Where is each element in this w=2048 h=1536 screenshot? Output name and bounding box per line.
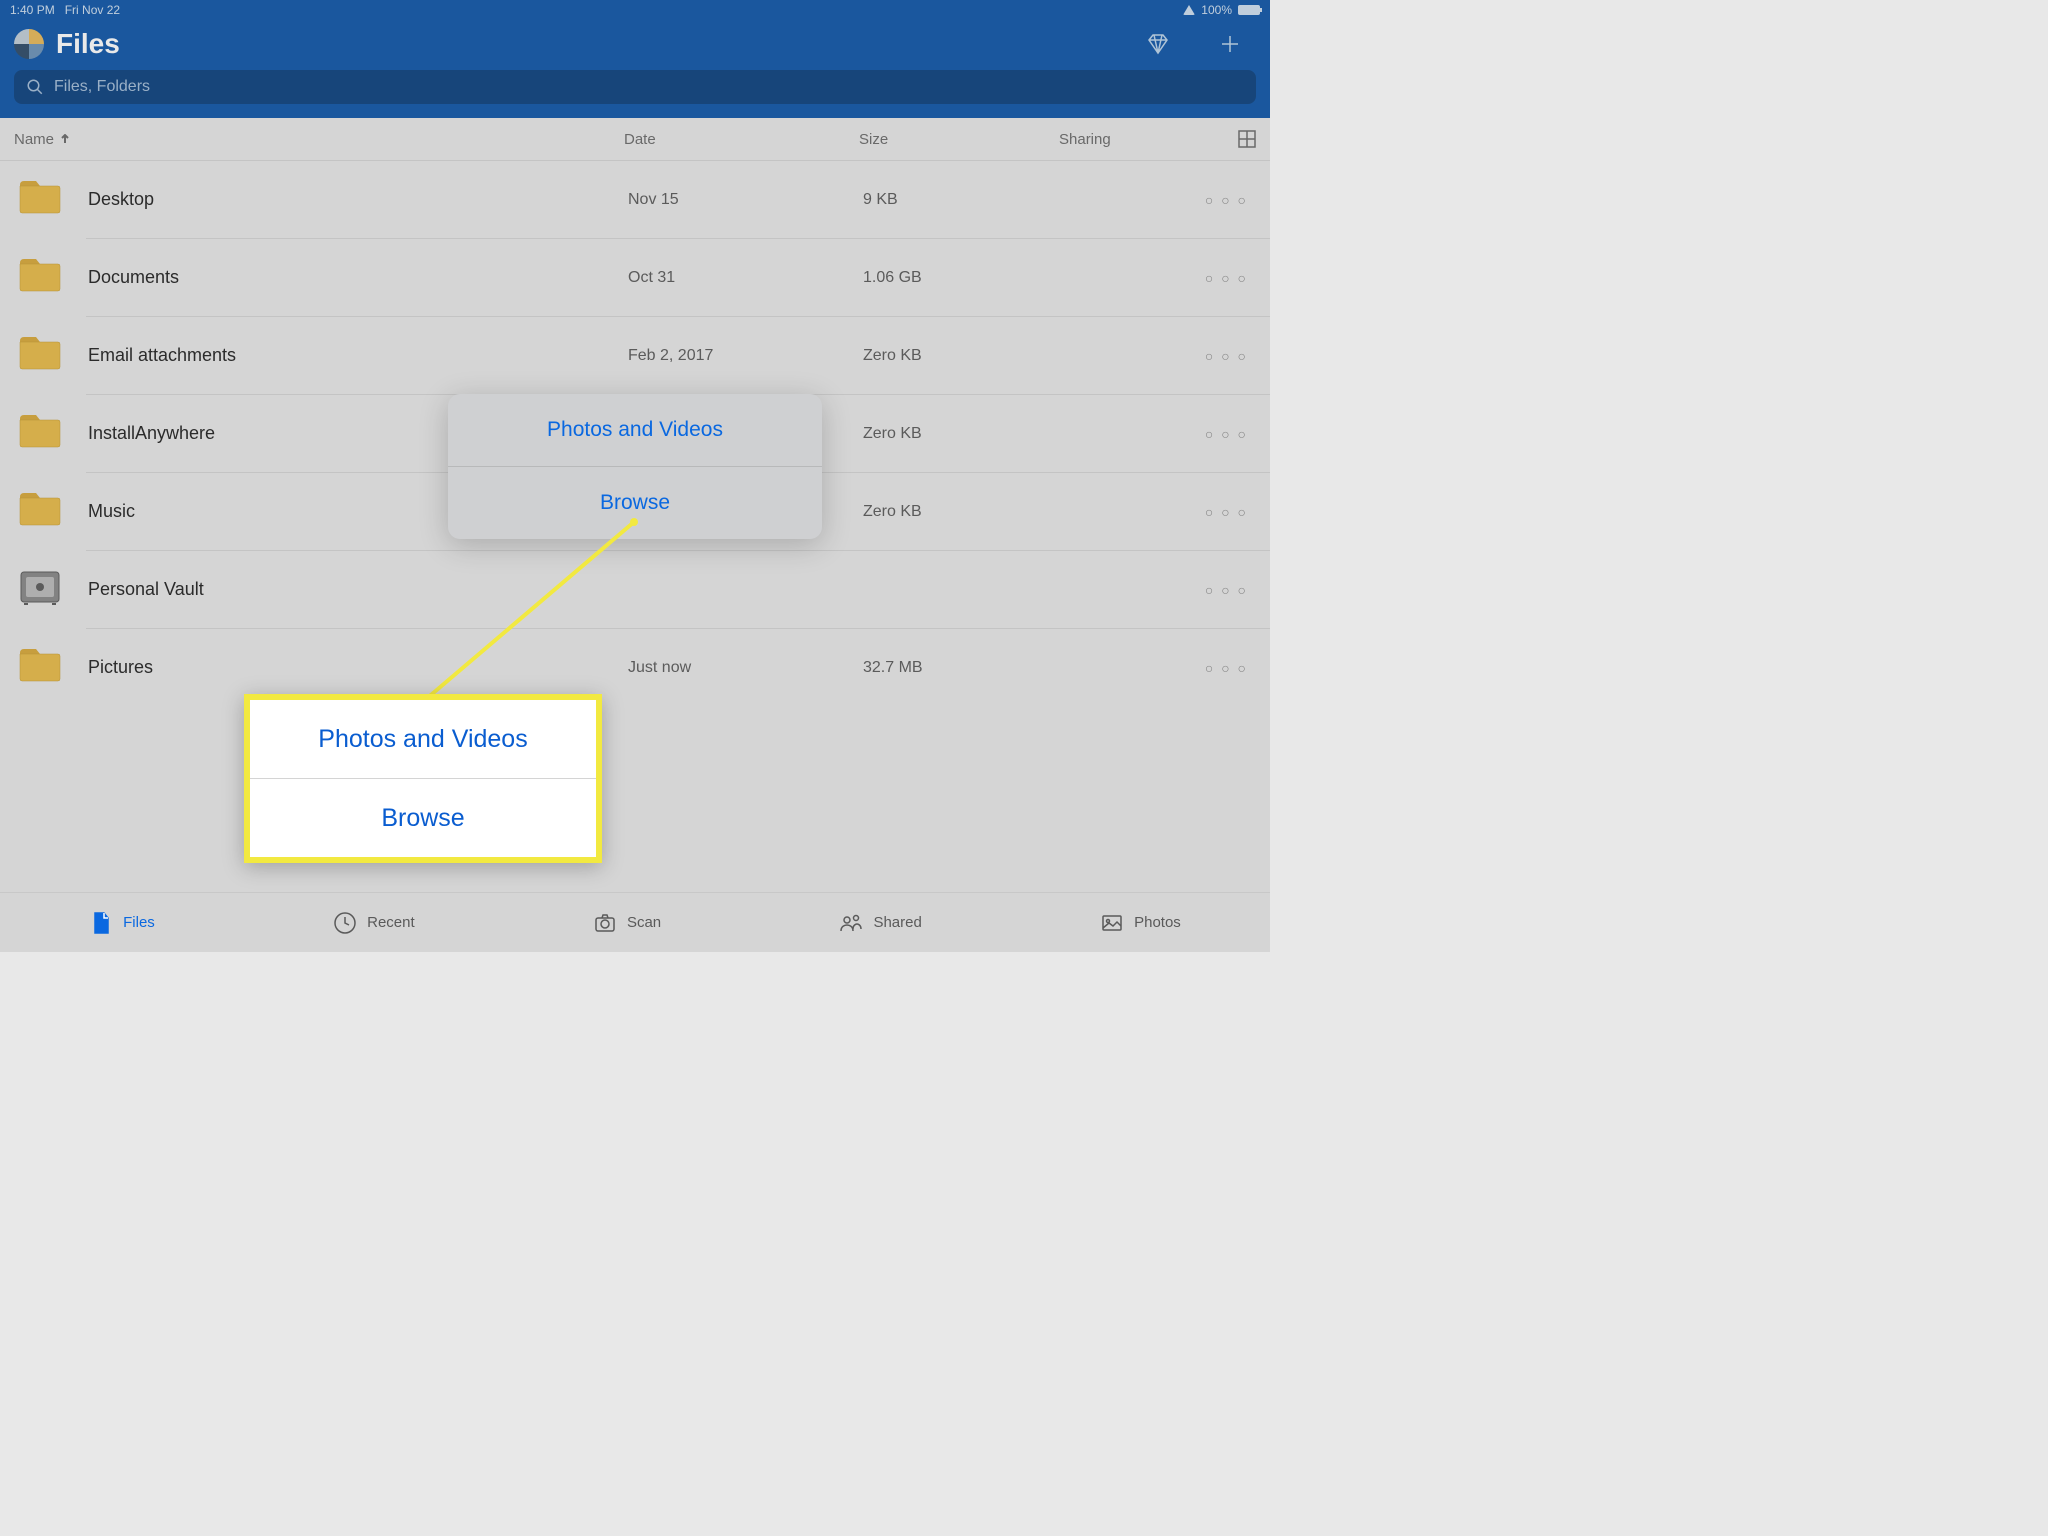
list-item[interactable]: PicturesJust now32.7 MB ○ ○ ○	[0, 629, 1270, 706]
sort-asc-icon	[60, 134, 70, 144]
search-input[interactable]	[54, 78, 1244, 96]
battery-pct: 100%	[1201, 3, 1232, 17]
clock-icon	[333, 911, 357, 935]
item-name: Pictures	[88, 657, 628, 678]
folder-icon	[18, 335, 88, 376]
item-name: Email attachments	[88, 345, 628, 366]
item-name: Desktop	[88, 189, 628, 210]
people-icon	[839, 911, 863, 935]
column-header-row: Name Date Size Sharing	[0, 118, 1270, 161]
col-date[interactable]: Date	[624, 131, 859, 148]
item-name: Personal Vault	[88, 579, 628, 600]
more-actions-icon[interactable]: ○ ○ ○	[1205, 426, 1256, 442]
callout-photos-videos: Photos and Videos	[250, 700, 596, 778]
item-size: Zero KB	[863, 503, 1063, 521]
search-field[interactable]	[14, 70, 1256, 104]
folder-icon	[18, 257, 88, 298]
more-actions-icon[interactable]: ○ ○ ○	[1205, 270, 1256, 286]
status-time: 1:40 PM	[10, 3, 55, 17]
battery-icon	[1238, 5, 1260, 15]
more-actions-icon[interactable]: ○ ○ ○	[1205, 192, 1256, 208]
more-actions-icon[interactable]: ○ ○ ○	[1205, 660, 1256, 676]
item-size: 1.06 GB	[863, 269, 1063, 287]
popover-browse[interactable]: Browse	[448, 467, 822, 539]
more-actions-icon[interactable]: ○ ○ ○	[1205, 582, 1256, 598]
item-size: 9 KB	[863, 191, 1063, 209]
tab-files[interactable]: Files	[89, 911, 155, 935]
item-date: Feb 2, 2017	[628, 347, 863, 365]
item-size: 32.7 MB	[863, 659, 1063, 677]
tab-shared[interactable]: Shared	[839, 911, 921, 935]
more-actions-icon[interactable]: ○ ○ ○	[1205, 504, 1256, 520]
item-date: Just now	[628, 659, 863, 677]
list-item[interactable]: Email attachmentsFeb 2, 2017Zero KB ○ ○ ○	[0, 317, 1270, 394]
tab-photos[interactable]: Photos	[1100, 911, 1181, 935]
bottom-tab-bar: Files Recent Scan Shared Photos	[0, 892, 1270, 952]
image-icon	[1100, 911, 1124, 935]
search-icon	[26, 78, 44, 96]
status-date: Fri Nov 22	[65, 3, 120, 17]
list-item[interactable]: Personal Vault ○ ○ ○	[0, 551, 1270, 628]
file-icon	[89, 911, 113, 935]
item-date: Nov 15	[628, 191, 863, 209]
item-date: Oct 31	[628, 269, 863, 287]
camera-icon	[593, 911, 617, 935]
vault-icon	[18, 569, 88, 610]
col-name[interactable]: Name	[14, 131, 624, 148]
more-actions-icon[interactable]: ○ ○ ○	[1205, 348, 1256, 364]
premium-diamond-icon[interactable]	[1146, 32, 1170, 56]
folder-icon	[18, 413, 88, 454]
upload-popover: Photos and Videos Browse	[448, 394, 822, 539]
folder-icon	[18, 647, 88, 688]
app-logo-icon	[14, 29, 44, 59]
view-grid-icon[interactable]	[1238, 130, 1256, 148]
item-size: Zero KB	[863, 347, 1063, 365]
tab-scan[interactable]: Scan	[593, 911, 661, 935]
callout-browse: Browse	[250, 779, 596, 857]
col-sharing[interactable]: Sharing	[1059, 131, 1238, 148]
list-item[interactable]: DocumentsOct 311.06 GB ○ ○ ○	[0, 239, 1270, 316]
wifi-icon	[1183, 5, 1195, 15]
add-plus-icon[interactable]	[1218, 32, 1242, 56]
item-size: Zero KB	[863, 425, 1063, 443]
col-size[interactable]: Size	[859, 131, 1059, 148]
list-item[interactable]: DesktopNov 159 KB ○ ○ ○	[0, 161, 1270, 238]
popover-photos-videos[interactable]: Photos and Videos	[448, 394, 822, 466]
app-header: Files	[0, 20, 1270, 118]
callout-box: Photos and Videos Browse	[244, 694, 602, 863]
app-title: Files	[56, 28, 120, 60]
folder-icon	[18, 491, 88, 532]
tab-recent[interactable]: Recent	[333, 911, 415, 935]
status-bar: 1:40 PM Fri Nov 22 100%	[0, 0, 1270, 20]
item-name: Documents	[88, 267, 628, 288]
folder-icon	[18, 179, 88, 220]
